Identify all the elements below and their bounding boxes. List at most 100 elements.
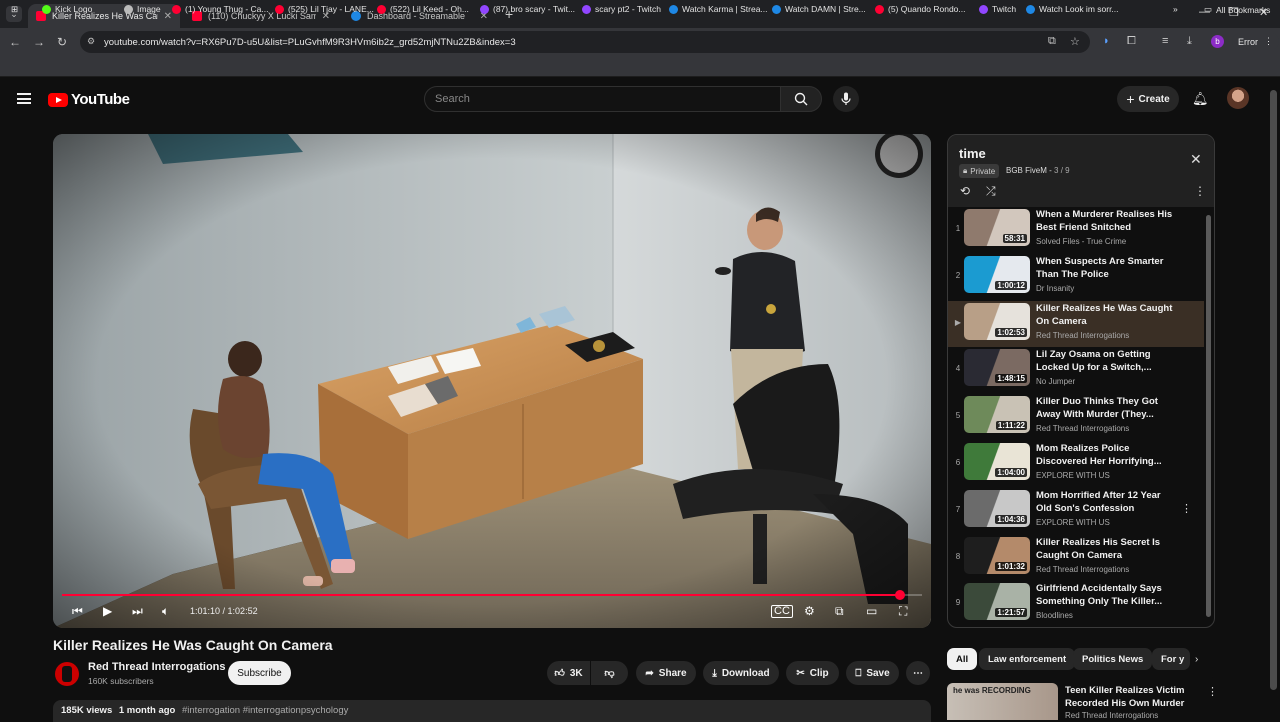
share-button[interactable]: ➦ Share bbox=[636, 661, 696, 685]
address-bar[interactable]: youtube.com/watch?v=RX6Pu7D-u5U&list=PLu… bbox=[80, 31, 1090, 53]
scrubber-knob[interactable] bbox=[895, 590, 906, 600]
install-app-icon[interactable]: ⧉ bbox=[1048, 35, 1056, 48]
play-icon[interactable]: ▶︎ bbox=[103, 604, 112, 618]
site-info-icon[interactable]: ⚙ bbox=[87, 36, 95, 47]
bookmark-item[interactable]: Twitch bbox=[979, 4, 1016, 14]
bookmark-item[interactable]: Watch DAMN | Stre... bbox=[772, 4, 866, 14]
item-thumbnail[interactable]: 1:00:12 bbox=[964, 255, 1030, 293]
subscribe-button[interactable]: Subscribe bbox=[228, 661, 291, 685]
bookmark-item[interactable]: Kick Logo bbox=[42, 4, 92, 14]
account-avatar[interactable] bbox=[1227, 87, 1249, 109]
all-bookmarks[interactable]: ▭ All Bookmarks bbox=[1204, 4, 1270, 15]
bookmark-item[interactable]: Watch Karma | Strea... bbox=[669, 4, 768, 14]
playlist-more-icon[interactable]: ⋮ bbox=[1194, 184, 1206, 198]
close-tab-icon[interactable]: ✕ bbox=[164, 11, 172, 22]
item-thumbnail[interactable]: 1:11:22 bbox=[964, 396, 1030, 434]
item-thumbnail[interactable]: 1:21:57 bbox=[964, 583, 1030, 621]
chip-all[interactable]: All bbox=[947, 648, 978, 670]
error-button[interactable]: Error ⋮ bbox=[1232, 33, 1279, 50]
playlist-item[interactable]: 2 1:00:12 When Suspects Are Smarter Than T… bbox=[948, 254, 1204, 300]
subscriber-count: 160K subscribers bbox=[88, 676, 154, 686]
apps-grid-icon[interactable]: ⊞ bbox=[11, 4, 18, 15]
extension-icon[interactable]: ◗ bbox=[1103, 35, 1110, 47]
bookmark-item[interactable]: (525) Lil Tjay - LANE... bbox=[275, 4, 374, 14]
bookmark-item[interactable]: Image bbox=[124, 4, 161, 14]
video-progress-bar[interactable] bbox=[62, 590, 922, 600]
lock-icon: 🔒︎ bbox=[963, 166, 968, 175]
more-actions-button[interactable]: ⋯ bbox=[906, 661, 930, 685]
search-button[interactable] bbox=[780, 86, 822, 112]
chevron-right-icon[interactable]: › bbox=[1195, 654, 1198, 665]
playlist-item[interactable]: 1 58:31 When a Murderer Realises His Best … bbox=[948, 207, 1204, 253]
bookmark-item[interactable]: (87) bro scary - Twit... bbox=[480, 4, 575, 14]
dislike-button[interactable]: 👎︎ bbox=[591, 661, 628, 685]
playlist-scrollbar[interactable] bbox=[1206, 215, 1211, 617]
playlist-item[interactable]: 7 1:04:36 Mom Horrified After 12 Year Old … bbox=[948, 488, 1204, 534]
playlist-item[interactable]: ▶ 1:02:53 Killer Realizes He Was Caught On… bbox=[948, 300, 1204, 347]
page-scrollbar[interactable] bbox=[1270, 90, 1277, 690]
chip-politics-news[interactable]: Politics News bbox=[1073, 648, 1153, 670]
like-button[interactable]: 👍︎ 3K bbox=[547, 661, 590, 685]
save-button[interactable]: ⎕ Save bbox=[846, 661, 899, 685]
playlist-item[interactable]: 9 1:21:57 Girlfriend Accidentally Says Som… bbox=[948, 581, 1204, 627]
hashtags[interactable]: #interrogation #interrogationpsychology bbox=[182, 705, 348, 716]
clip-button[interactable]: ✂ Clip bbox=[786, 661, 839, 685]
item-more-icon[interactable]: ⋮ bbox=[1181, 502, 1192, 515]
playlist-item[interactable]: 8 1:01:32 Killer Realizes His Secret Is Ca… bbox=[948, 535, 1204, 581]
menu-icon[interactable] bbox=[17, 93, 31, 104]
shuffle-icon[interactable]: ⤮ bbox=[986, 184, 996, 199]
profile-avatar[interactable]: b bbox=[1211, 35, 1224, 48]
bookmark-star-icon[interactable]: ☆ bbox=[1070, 35, 1080, 48]
previous-icon[interactable]: ⏮︎ bbox=[72, 604, 83, 619]
theater-mode-icon[interactable]: ▭ bbox=[866, 604, 877, 618]
youtube-logo[interactable]: YouTube bbox=[48, 91, 130, 108]
recommendation-more-icon[interactable]: ⋮ bbox=[1207, 685, 1218, 698]
next-icon[interactable]: ⏭︎ bbox=[132, 604, 143, 619]
video-player[interactable] bbox=[53, 134, 931, 628]
recommendation-thumbnail[interactable]: he was RECORDING bbox=[947, 683, 1058, 720]
item-thumbnail[interactable]: 58:31 bbox=[964, 209, 1030, 246]
description-box[interactable]: 185K views 1 month ago #interrogation #i… bbox=[53, 700, 931, 722]
close-playlist-icon[interactable]: ✕ bbox=[1190, 151, 1202, 168]
notifications-bell-icon[interactable]: 🔔︎ bbox=[1192, 91, 1209, 107]
channel-name[interactable]: Red Thread Interrogations bbox=[88, 661, 226, 673]
item-thumbnail[interactable]: 1:48:15 bbox=[964, 349, 1030, 387]
miniplayer-icon[interactable]: ⧉ bbox=[835, 604, 844, 619]
bookmark-item[interactable]: (5) Quando Rondo... bbox=[875, 4, 966, 14]
item-thumbnail[interactable]: 1:01:32 bbox=[964, 536, 1030, 574]
recommendation-title[interactable]: Teen Killer Realizes Victim Recorded His… bbox=[1065, 684, 1205, 710]
fullscreen-icon[interactable]: ⛶ bbox=[899, 604, 907, 619]
reading-list-icon[interactable]: ≡ bbox=[1162, 35, 1168, 47]
captions-icon[interactable]: CC bbox=[771, 605, 793, 618]
playlist-item[interactable]: 4 1:48:15 Lil Zay Osama on Getting Locked … bbox=[948, 347, 1204, 393]
playlist-owner[interactable]: BGB FiveM bbox=[1006, 166, 1047, 175]
bookmark-item[interactable]: (1) Young Thug - Ca... bbox=[172, 4, 268, 14]
item-thumbnail[interactable]: 1:04:36 bbox=[964, 489, 1030, 527]
download-button[interactable]: ⤓ Download bbox=[703, 661, 779, 685]
settings-gear-icon[interactable]: ⚙ bbox=[804, 604, 815, 618]
playlist-item[interactable]: 5 1:11:22 Killer Duo Thinks They Got Away … bbox=[948, 394, 1204, 440]
extensions-puzzle-icon[interactable]: ⧠ bbox=[1127, 35, 1136, 48]
forward-icon[interactable]: → bbox=[33, 35, 45, 49]
bookmark-item[interactable]: scary pt2 - Twitch bbox=[582, 4, 661, 14]
playlist-item[interactable]: 6 1:04:00 Mom Realizes Police Discovered H… bbox=[948, 441, 1204, 487]
recommendation-channel[interactable]: Red Thread Interrogations bbox=[1065, 711, 1158, 720]
chip-for-you[interactable]: For y bbox=[1152, 648, 1190, 670]
create-button[interactable]: + Create bbox=[1117, 86, 1179, 112]
privacy-label: Private bbox=[970, 166, 996, 176]
reload-icon[interactable]: ↻ bbox=[57, 35, 67, 49]
back-icon[interactable]: ← bbox=[9, 35, 21, 49]
loop-icon[interactable]: ⟲ bbox=[960, 184, 970, 198]
downloads-icon[interactable]: ⤓ bbox=[1187, 35, 1192, 48]
bookmark-item[interactable]: (522) Lil Keed - Oh... bbox=[377, 4, 469, 14]
channel-avatar[interactable] bbox=[55, 662, 79, 686]
playlist-title[interactable]: time bbox=[959, 146, 986, 161]
chip-law-enforcement[interactable]: Law enforcement bbox=[979, 648, 1076, 670]
item-thumbnail[interactable]: 1:04:00 bbox=[964, 443, 1030, 480]
item-thumbnail[interactable]: 1:02:53 bbox=[964, 302, 1030, 340]
bookmark-item[interactable]: Watch Look im sorr... bbox=[1026, 4, 1119, 14]
bookmarks-overflow-icon[interactable]: » bbox=[1173, 4, 1178, 14]
search-input[interactable]: Search bbox=[424, 86, 781, 112]
voice-search-button[interactable] bbox=[833, 86, 859, 112]
volume-icon[interactable]: 🔈︎ bbox=[162, 604, 169, 619]
